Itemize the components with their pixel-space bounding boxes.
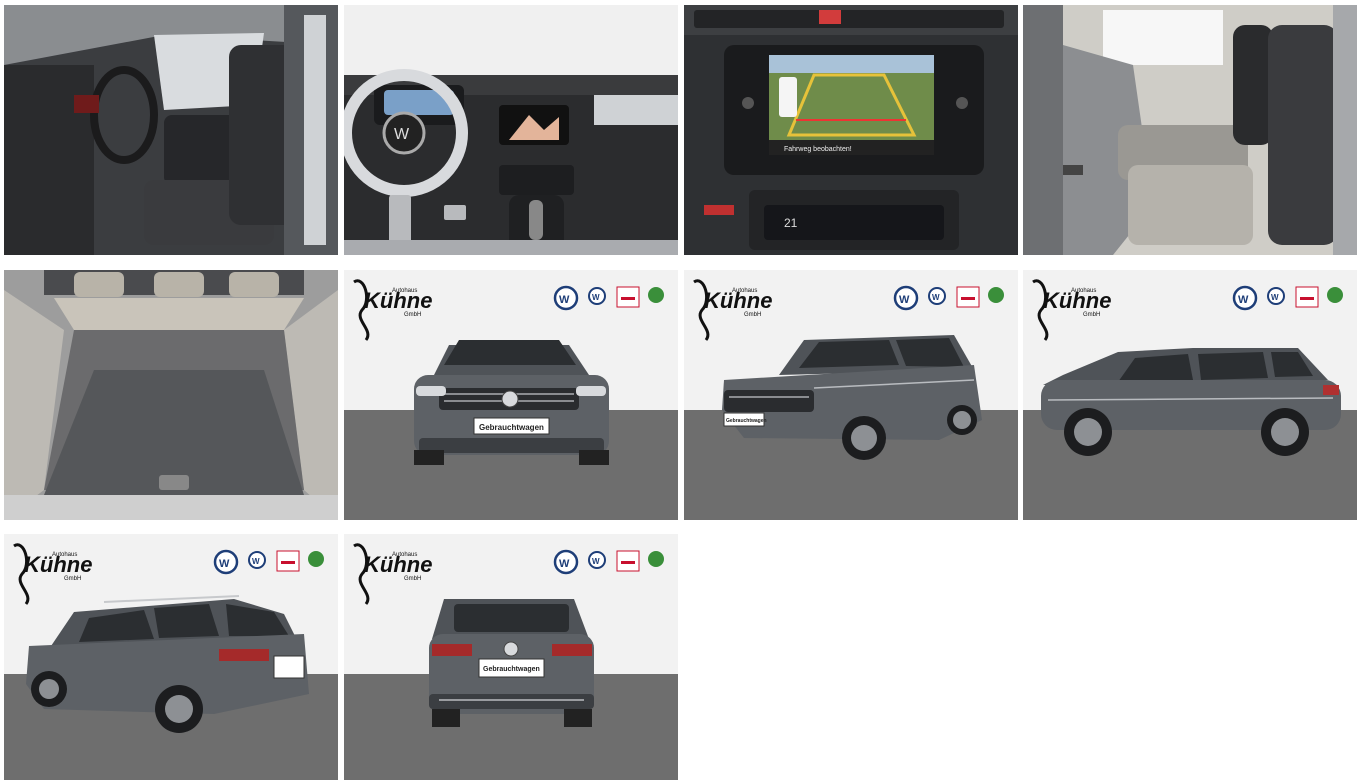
svg-text:W: W xyxy=(592,293,600,302)
photo-front[interactable]: Kühne Autohaus GmbH W W Gebrauchtwagen xyxy=(344,270,678,520)
svg-text:W: W xyxy=(1238,294,1249,306)
svg-text:Autohaus: Autohaus xyxy=(732,288,757,294)
svg-text:W: W xyxy=(932,293,940,302)
svg-text:Autohaus: Autohaus xyxy=(392,288,417,294)
photo-rear-three-quarter[interactable]: Kühne Autohaus GmbH W W xyxy=(4,534,338,780)
svg-text:Autohaus: Autohaus xyxy=(52,552,77,558)
front-three-quarter-image: Kühne Autohaus GmbH W W Gebrauchtwagen xyxy=(684,270,1018,520)
photo-trunk[interactable] xyxy=(4,270,338,520)
photo-cockpit[interactable]: W xyxy=(344,5,678,255)
infotainment-image: Fahrweg beobachten! 21 xyxy=(684,5,1018,255)
rear-image: Kühne Autohaus GmbH W W Gebrauchtwagen xyxy=(344,534,678,780)
side-image: Kühne Autohaus GmbH W W xyxy=(1023,270,1357,520)
photo-side[interactable]: Kühne Autohaus GmbH W W xyxy=(1023,270,1357,520)
photo-rear[interactable]: Kühne Autohaus GmbH W W Gebrauchtwagen xyxy=(344,534,678,780)
interior-front-image xyxy=(4,5,338,255)
rear-seats-image xyxy=(1023,5,1357,255)
photo-front-three-quarter[interactable]: Kühne Autohaus GmbH W W Gebrauchtwagen xyxy=(684,270,1018,520)
photo-interior-front[interactable] xyxy=(4,5,338,255)
photo-infotainment[interactable]: Fahrweg beobachten! 21 xyxy=(684,5,1018,255)
svg-text:GmbH: GmbH xyxy=(64,576,81,582)
svg-text:W: W xyxy=(899,294,910,306)
front-image: Kühne Autohaus GmbH W W Gebrauchtwagen xyxy=(344,270,678,520)
svg-text:W: W xyxy=(394,126,410,143)
camera-warning-text: Fahrweg beobachten! xyxy=(784,146,852,153)
svg-text:W: W xyxy=(1271,293,1279,302)
svg-text:GmbH: GmbH xyxy=(744,312,761,318)
photo-gallery: W Fahrweg beobachten! 21 Kühne Autohaus … xyxy=(0,0,1365,780)
climate-temp-text: 21 xyxy=(784,216,798,230)
svg-text:Autohaus: Autohaus xyxy=(392,552,417,558)
trunk-image xyxy=(4,270,338,520)
svg-text:GmbH: GmbH xyxy=(404,576,421,582)
svg-text:W: W xyxy=(252,557,260,566)
photo-rear-seats[interactable] xyxy=(1023,5,1357,255)
svg-text:W: W xyxy=(219,558,230,570)
svg-text:W: W xyxy=(592,557,600,566)
front-plate-text: Gebrauchtwagen xyxy=(479,423,544,432)
svg-text:Gebrauchtwagen: Gebrauchtwagen xyxy=(726,418,767,424)
rear-plate-text: Gebrauchtwagen xyxy=(483,666,540,673)
svg-text:GmbH: GmbH xyxy=(1083,312,1100,318)
svg-text:W: W xyxy=(559,558,570,570)
svg-text:W: W xyxy=(559,294,570,306)
cockpit-image: W xyxy=(344,5,678,255)
svg-text:GmbH: GmbH xyxy=(404,312,421,318)
rear-three-quarter-image: Kühne Autohaus GmbH W W xyxy=(4,534,338,780)
svg-text:Autohaus: Autohaus xyxy=(1071,288,1096,294)
car-rear: Gebrauchtwagen xyxy=(429,599,594,727)
